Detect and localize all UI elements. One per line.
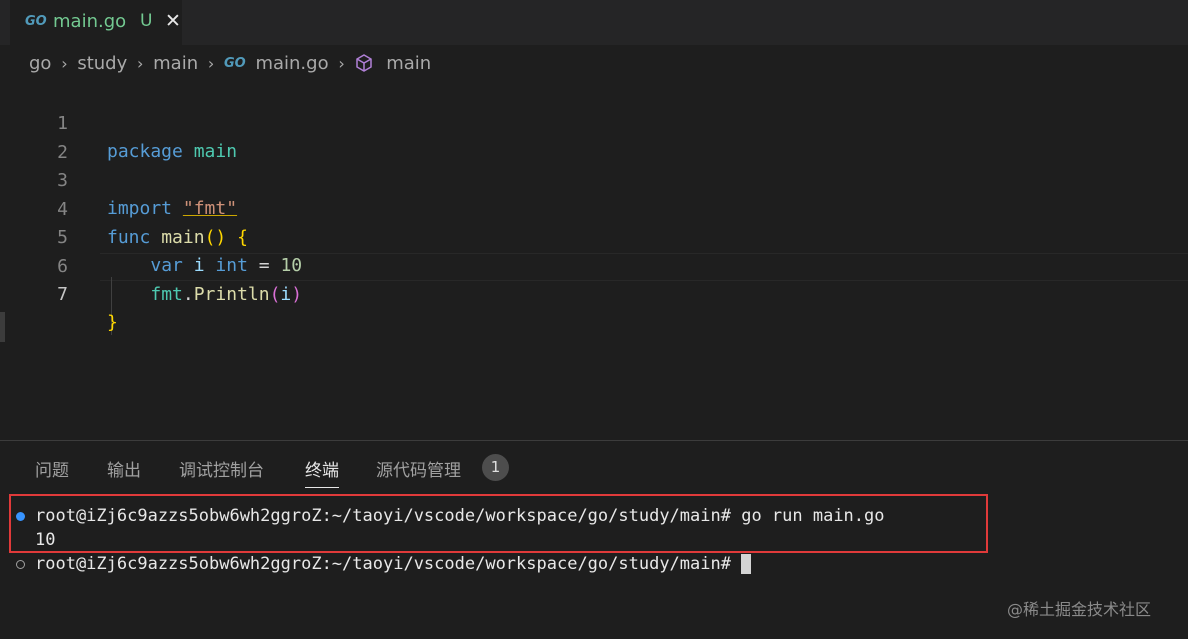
code-line[interactable]: 1 package main bbox=[0, 82, 1188, 162]
code-editor[interactable]: 1 package main 2 3 import "fmt" 4 func m… bbox=[0, 82, 1188, 432]
terminal-prompt-line[interactable]: root@iZj6c9azzs5obw6wh2ggroZ:~/taoyi/vsc… bbox=[35, 554, 752, 574]
code-line[interactable]: 3 import "fmt" bbox=[0, 139, 1188, 219]
punctuation: ( bbox=[269, 283, 281, 305]
tab-main-go[interactable]: GO main.go U ✕ bbox=[10, 0, 182, 46]
function-name: Println bbox=[193, 283, 270, 305]
identifier: fmt bbox=[150, 283, 183, 305]
tab-filename[interactable]: main.go bbox=[53, 11, 126, 32]
tab-output[interactable]: 输出 bbox=[107, 456, 141, 481]
punctuation: ) bbox=[291, 283, 303, 305]
code-line[interactable]: 6 fmt.Println(i) bbox=[0, 225, 1188, 305]
chevron-right-icon: › bbox=[338, 53, 345, 73]
sash-handle[interactable] bbox=[0, 312, 5, 342]
chevron-right-icon: › bbox=[136, 53, 144, 73]
code-line[interactable]: 5 var i int = 10 bbox=[0, 196, 1188, 276]
identifier: i bbox=[280, 283, 292, 305]
line-number: 7 bbox=[57, 284, 68, 305]
annotation-highlight-box bbox=[9, 494, 988, 553]
close-icon[interactable]: ✕ bbox=[165, 10, 181, 32]
breadcrumb-item-go[interactable]: go bbox=[29, 53, 51, 74]
tab-problems[interactable]: 问题 bbox=[35, 456, 69, 481]
editor-tab-bar: GO main.go U ✕ bbox=[0, 0, 1188, 46]
symbol-function-icon bbox=[356, 54, 373, 72]
code-line[interactable]: 2 bbox=[0, 111, 1188, 163]
breadcrumb: go › study › main › GO main.go › main bbox=[29, 52, 431, 78]
go-file-icon: GO bbox=[223, 55, 246, 71]
breadcrumb-item-study[interactable]: study bbox=[77, 53, 127, 74]
code-line[interactable]: 4 func main() { bbox=[0, 168, 1188, 248]
tab-terminal[interactable]: 终端 bbox=[305, 456, 339, 488]
punctuation: } bbox=[107, 312, 118, 333]
watermark: @稀土掘金技术社区 bbox=[1007, 600, 1152, 619]
command-pending-dot-icon[interactable] bbox=[16, 560, 25, 569]
breadcrumb-item-file[interactable]: main.go bbox=[255, 53, 328, 74]
code-line[interactable]: 7 } bbox=[0, 253, 1188, 333]
breadcrumb-item-main[interactable]: main bbox=[153, 53, 198, 74]
punctuation: . bbox=[182, 283, 194, 305]
go-file-icon: GO bbox=[25, 14, 47, 29]
source-control-count-badge: 1 bbox=[482, 454, 509, 481]
terminal-prompt: root@iZj6c9azzs5obw6wh2ggroZ:~/taoyi/vsc… bbox=[35, 554, 742, 574]
breadcrumb-item-symbol[interactable]: main bbox=[386, 53, 431, 74]
tab-source-control[interactable]: 源代码管理 bbox=[376, 456, 461, 481]
chevron-right-icon: › bbox=[61, 53, 68, 73]
tab-debug-console[interactable]: 调试控制台 bbox=[179, 456, 264, 481]
chevron-right-icon: › bbox=[207, 53, 215, 73]
terminal-cursor bbox=[741, 554, 752, 574]
untracked-badge: U bbox=[140, 11, 153, 31]
